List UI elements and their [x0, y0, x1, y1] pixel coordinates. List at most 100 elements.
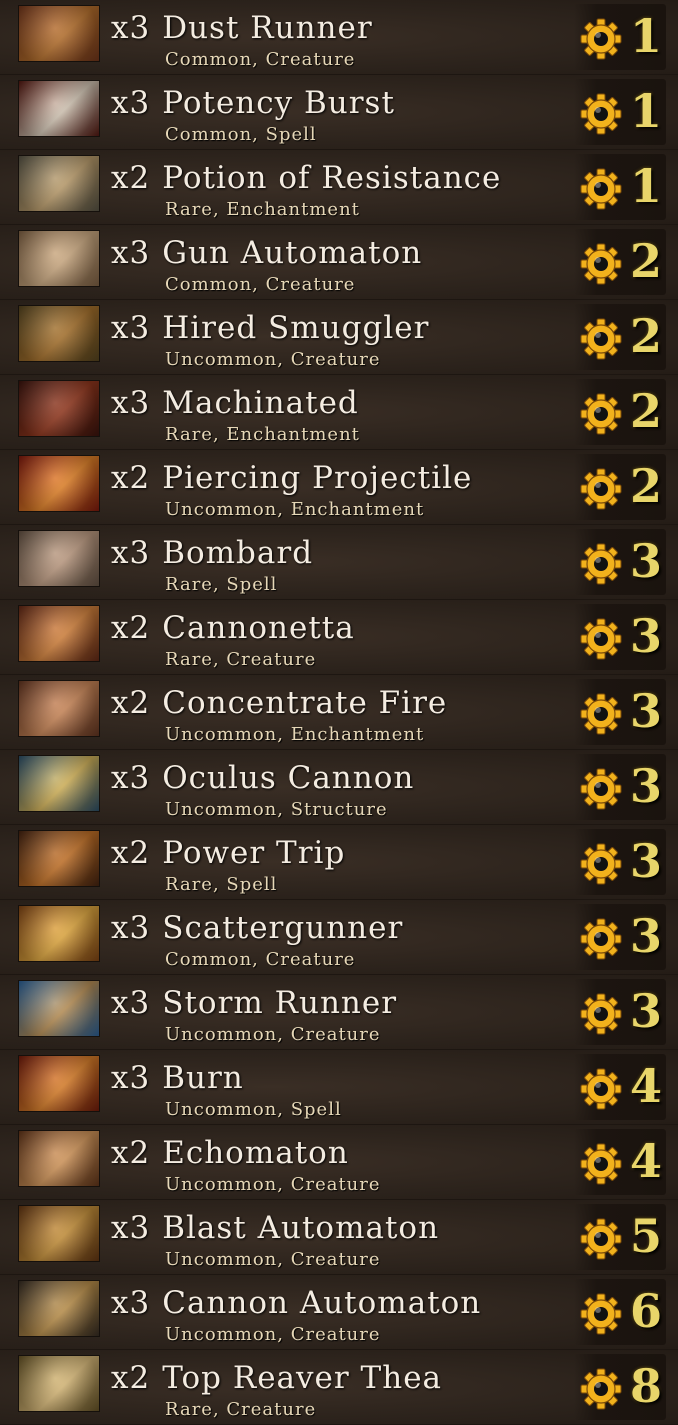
card-cost-badge: 4: [574, 1129, 666, 1195]
gear-icon: [580, 1143, 622, 1185]
card-name: Top Reaver Thea: [162, 1360, 443, 1396]
card-cost-badge: 2: [574, 229, 666, 295]
card-rarity-type: Uncommon, Creature: [165, 349, 381, 370]
card-cost-badge: 3: [574, 829, 666, 895]
card-cost-badge: 2: [574, 379, 666, 445]
card-row[interactable]: x2 Concentrate Fire Uncommon, Enchantment…: [0, 675, 678, 750]
card-row[interactable]: x3 Machinated Rare, Enchantment 2: [0, 375, 678, 450]
card-art-thumbnail: [18, 1205, 100, 1262]
card-quantity: x3: [111, 760, 151, 796]
card-art-thumbnail: [18, 1355, 100, 1412]
card-name: Bombard: [162, 535, 314, 571]
card-name: Cannon Automaton: [162, 1285, 482, 1321]
card-quantity: x2: [111, 460, 151, 496]
card-title: x3 Machinated: [111, 385, 359, 421]
card-quantity: x3: [111, 10, 151, 46]
card-quantity: x3: [111, 910, 151, 946]
card-rarity-type: Rare, Enchantment: [165, 424, 360, 445]
card-art-thumbnail: [18, 830, 100, 887]
card-name: Potency Burst: [162, 85, 395, 121]
card-quantity: x3: [111, 1285, 151, 1321]
gear-icon: [580, 1068, 622, 1110]
card-cost-badge: 3: [574, 604, 666, 670]
card-title: x3 Gun Automaton: [111, 235, 422, 271]
gear-icon: [580, 1293, 622, 1335]
card-quantity: x2: [111, 1135, 151, 1171]
card-quantity: x3: [111, 985, 151, 1021]
gear-icon: [580, 168, 622, 210]
card-cost-badge: 1: [574, 79, 666, 145]
card-cost-badge: 6: [574, 1279, 666, 1345]
card-rarity-type: Uncommon, Creature: [165, 1024, 381, 1045]
card-rarity-type: Common, Creature: [165, 49, 356, 70]
card-cost-badge: 3: [574, 979, 666, 1045]
card-row[interactable]: x2 Top Reaver Thea Rare, Creature 8: [0, 1350, 678, 1425]
card-row[interactable]: x3 Cannon Automaton Uncommon, Creature 6: [0, 1275, 678, 1350]
card-rarity-type: Uncommon, Enchantment: [165, 499, 425, 520]
card-title: x2 Power Trip: [111, 835, 345, 871]
card-name: Echomaton: [162, 1135, 349, 1171]
card-cost: 4: [629, 1134, 662, 1188]
card-title: x3 Bombard: [111, 535, 313, 571]
card-cost-badge: 1: [574, 4, 666, 70]
card-title: x3 Dust Runner: [111, 10, 373, 46]
card-rarity-type: Uncommon, Creature: [165, 1174, 381, 1195]
card-title: x3 Scattergunner: [111, 910, 403, 946]
card-cost: 2: [629, 309, 662, 363]
card-rarity-type: Rare, Spell: [165, 874, 278, 895]
card-row[interactable]: x3 Potency Burst Common, Spell 1: [0, 75, 678, 150]
card-cost-badge: 5: [574, 1204, 666, 1270]
card-quantity: x2: [111, 835, 151, 871]
card-title: x2 Echomaton: [111, 1135, 349, 1171]
card-quantity: x2: [111, 685, 151, 721]
card-cost-badge: 8: [574, 1354, 666, 1420]
card-row[interactable]: x2 Echomaton Uncommon, Creature 4: [0, 1125, 678, 1200]
card-row[interactable]: x3 Oculus Cannon Uncommon, Structure 3: [0, 750, 678, 825]
card-row[interactable]: x3 Storm Runner Uncommon, Creature 3: [0, 975, 678, 1050]
gear-icon: [580, 1368, 622, 1410]
card-art-thumbnail: [18, 605, 100, 662]
card-row[interactable]: x3 Gun Automaton Common, Creature 2: [0, 225, 678, 300]
gear-icon: [580, 993, 622, 1035]
card-art-thumbnail: [18, 230, 100, 287]
card-title: x3 Blast Automaton: [111, 1210, 439, 1246]
card-row[interactable]: x3 Dust Runner Common, Creature 1: [0, 0, 678, 75]
gear-icon: [580, 1218, 622, 1260]
card-cost-badge: 3: [574, 679, 666, 745]
card-row[interactable]: x3 Scattergunner Common, Creature 3: [0, 900, 678, 975]
card-cost-badge: 1: [574, 154, 666, 220]
card-cost: 1: [629, 84, 662, 138]
card-cost: 1: [629, 159, 662, 213]
card-rarity-type: Rare, Enchantment: [165, 199, 360, 220]
card-title: x3 Potency Burst: [111, 85, 395, 121]
card-title: x2 Piercing Projectile: [111, 460, 472, 496]
gear-icon: [580, 468, 622, 510]
card-quantity: x2: [111, 160, 151, 196]
card-quantity: x2: [111, 1360, 151, 1396]
card-row[interactable]: x2 Potion of Resistance Rare, Enchantment…: [0, 150, 678, 225]
card-title: x3 Hired Smuggler: [111, 310, 429, 346]
card-row[interactable]: x2 Piercing Projectile Uncommon, Enchantm…: [0, 450, 678, 525]
card-title: x3 Cannon Automaton: [111, 1285, 481, 1321]
card-cost-badge: 4: [574, 1054, 666, 1120]
card-cost-badge: 3: [574, 904, 666, 970]
card-name: Oculus Cannon: [162, 760, 415, 796]
card-row[interactable]: x3 Bombard Rare, Spell 3: [0, 525, 678, 600]
card-row[interactable]: x3 Blast Automaton Uncommon, Creature 5: [0, 1200, 678, 1275]
card-cost: 3: [629, 909, 662, 963]
card-cost: 8: [629, 1359, 662, 1413]
gear-icon: [580, 243, 622, 285]
card-row[interactable]: x2 Cannonetta Rare, Creature 3: [0, 600, 678, 675]
card-title: x3 Burn: [111, 1060, 244, 1096]
card-row[interactable]: x2 Power Trip Rare, Spell 3: [0, 825, 678, 900]
card-art-thumbnail: [18, 680, 100, 737]
card-art-thumbnail: [18, 455, 100, 512]
card-row[interactable]: x3 Hired Smuggler Uncommon, Creature 2: [0, 300, 678, 375]
card-art-thumbnail: [18, 5, 100, 62]
card-row[interactable]: x3 Burn Uncommon, Spell 4: [0, 1050, 678, 1125]
card-cost-badge: 3: [574, 529, 666, 595]
card-cost: 2: [629, 384, 662, 438]
card-title: x3 Oculus Cannon: [111, 760, 414, 796]
card-name: Gun Automaton: [162, 235, 423, 271]
card-cost: 4: [629, 1059, 662, 1113]
